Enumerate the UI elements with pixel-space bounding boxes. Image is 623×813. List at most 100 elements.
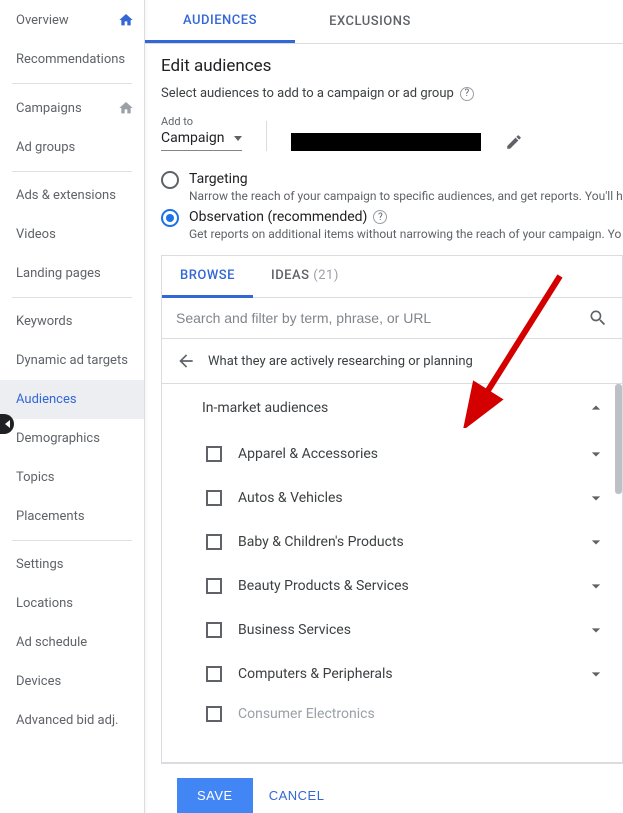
sidebar-divider (12, 297, 132, 298)
checkbox[interactable] (206, 666, 222, 682)
sidebar-item-label: Topics (16, 470, 134, 485)
radio-targeting-desc: Narrow the reach of your campaign to spe… (189, 189, 623, 203)
checkbox[interactable] (206, 706, 222, 722)
sidebar-item-topics[interactable]: Topics (0, 458, 144, 497)
sidebar-divider (12, 540, 132, 541)
sidebar-item-label: Campaigns (16, 101, 118, 116)
chevron-down-icon (586, 620, 606, 640)
tab-ideas[interactable]: IDEAS (21) (253, 256, 357, 297)
category-label: Apparel & Accessories (238, 446, 570, 462)
radio-targeting-title: Targeting (189, 171, 623, 187)
back-arrow-icon[interactable] (176, 351, 196, 371)
tab-ideas-label: IDEAS (271, 268, 310, 283)
addto-label: Add to (161, 115, 242, 128)
sidebar-item-label: Ad groups (16, 140, 134, 155)
checkbox[interactable] (206, 622, 222, 638)
checkbox[interactable] (206, 446, 222, 462)
category-label: Business Services (238, 622, 570, 638)
sidebar-item-label: Audiences (16, 392, 134, 407)
chevron-down-icon (586, 444, 606, 464)
category-label: Autos & Vehicles (238, 490, 570, 506)
sidebar-item-landing-pages[interactable]: Landing pages (0, 254, 144, 293)
audience-picker: BROWSE IDEAS (21) What they are actively… (161, 255, 623, 763)
sidebar-item-label: Locations (16, 596, 134, 611)
sidebar-item-ad-schedule[interactable]: Ad schedule (0, 623, 144, 662)
page-title: Edit audiences (161, 56, 623, 76)
sidebar-divider (12, 171, 132, 172)
sidebar-item-label: Overview (16, 13, 118, 28)
sidebar-item-settings[interactable]: Settings (0, 545, 144, 584)
panel-inmarket-header[interactable]: In-market audiences (162, 384, 622, 432)
tab-exclusions[interactable]: EXCLUSIONS (295, 0, 445, 43)
panel-head-label: In-market audiences (202, 400, 328, 416)
main-panel: AUDIENCES EXCLUSIONS Edit audiences Sele… (145, 0, 623, 813)
radio-observation-desc: Get reports on additional items without … (189, 227, 621, 241)
sidebar: Overview Recommendations Campaigns Ad gr… (0, 0, 145, 813)
sidebar-item-recommendations[interactable]: Recommendations (0, 40, 144, 79)
category-label: Computers & Peripherals (238, 666, 570, 682)
sidebar-item-overview[interactable]: Overview (0, 0, 144, 40)
category-row[interactable]: Autos & Vehicles (162, 476, 622, 520)
checkbox[interactable] (206, 490, 222, 506)
sidebar-item-ads-extensions[interactable]: Ads & extensions (0, 176, 144, 215)
radio-observation[interactable] (161, 209, 179, 227)
subtitle-text: Select audiences to add to a campaign or… (161, 86, 454, 101)
sidebar-item-placements[interactable]: Placements (0, 497, 144, 536)
tab-audiences[interactable]: AUDIENCES (145, 0, 295, 43)
sidebar-item-videos[interactable]: Videos (0, 215, 144, 254)
radio-observation-title-text: Observation (recommended) (189, 209, 367, 225)
search-icon[interactable] (588, 308, 608, 328)
sidebar-item-dynamic-ad-targets[interactable]: Dynamic ad targets (0, 341, 144, 380)
sidebar-item-label: Demographics (16, 431, 134, 446)
checkbox[interactable] (206, 578, 222, 594)
cancel-button[interactable]: CANCEL (269, 788, 325, 803)
addto-dropdown[interactable]: Campaign (161, 130, 242, 151)
sidebar-item-demographics[interactable]: Demographics (0, 419, 144, 458)
page-subtitle: Select audiences to add to a campaign or… (161, 86, 623, 101)
sidebar-item-label: Recommendations (16, 52, 134, 67)
sidebar-item-label: Placements (16, 509, 134, 524)
category-label: Consumer Electronics (238, 706, 606, 722)
category-row[interactable]: Computers & Peripherals (162, 652, 622, 696)
chevron-up-icon (586, 398, 606, 418)
tab-browse[interactable]: BROWSE (162, 256, 253, 298)
help-icon[interactable]: ? (460, 87, 474, 101)
sidebar-item-label: Settings (16, 557, 134, 572)
crumb-text: What they are actively researching or pl… (208, 354, 473, 369)
chevron-down-icon (586, 576, 606, 596)
checkbox[interactable] (206, 534, 222, 550)
radio-observation-title: Observation (recommended) ? (189, 209, 621, 225)
campaign-name-redacted (291, 133, 481, 151)
category-row[interactable]: Baby & Children's Products (162, 520, 622, 564)
sidebar-item-label: Keywords (16, 314, 134, 329)
help-icon[interactable]: ? (373, 210, 387, 224)
sidebar-item-keywords[interactable]: Keywords (0, 302, 144, 341)
category-row[interactable]: Business Services (162, 608, 622, 652)
sidebar-item-locations[interactable]: Locations (0, 584, 144, 623)
sidebar-item-adgroups[interactable]: Ad groups (0, 128, 144, 167)
sidebar-item-devices[interactable]: Devices (0, 662, 144, 701)
save-button[interactable]: SAVE (177, 778, 253, 813)
sidebar-item-label: Dynamic ad targets (16, 353, 134, 368)
sidebar-item-campaigns[interactable]: Campaigns (0, 88, 144, 128)
sidebar-item-label: Videos (16, 227, 134, 242)
sidebar-item-advanced-bid[interactable]: Advanced bid adj. (0, 701, 144, 740)
sidebar-item-audiences[interactable]: Audiences (0, 380, 144, 419)
category-row[interactable]: Beauty Products & Services (162, 564, 622, 608)
radio-targeting[interactable] (161, 171, 179, 189)
chevron-down-icon (586, 488, 606, 508)
scrollbar[interactable] (615, 384, 622, 494)
pencil-icon[interactable] (505, 133, 523, 151)
category-row[interactable]: Apparel & Accessories (162, 432, 622, 476)
home-icon (118, 12, 134, 28)
category-row[interactable]: Consumer Electronics (162, 696, 622, 722)
top-tabs: AUDIENCES EXCLUSIONS (145, 0, 623, 44)
sidebar-divider (12, 83, 132, 84)
sidebar-item-label: Landing pages (16, 266, 134, 281)
chevron-down-icon (586, 664, 606, 684)
category-label: Baby & Children's Products (238, 534, 570, 550)
category-label: Beauty Products & Services (238, 578, 570, 594)
tab-ideas-count: (21) (313, 268, 339, 283)
sidebar-item-label: Ad schedule (16, 635, 134, 650)
search-input[interactable] (176, 310, 578, 326)
